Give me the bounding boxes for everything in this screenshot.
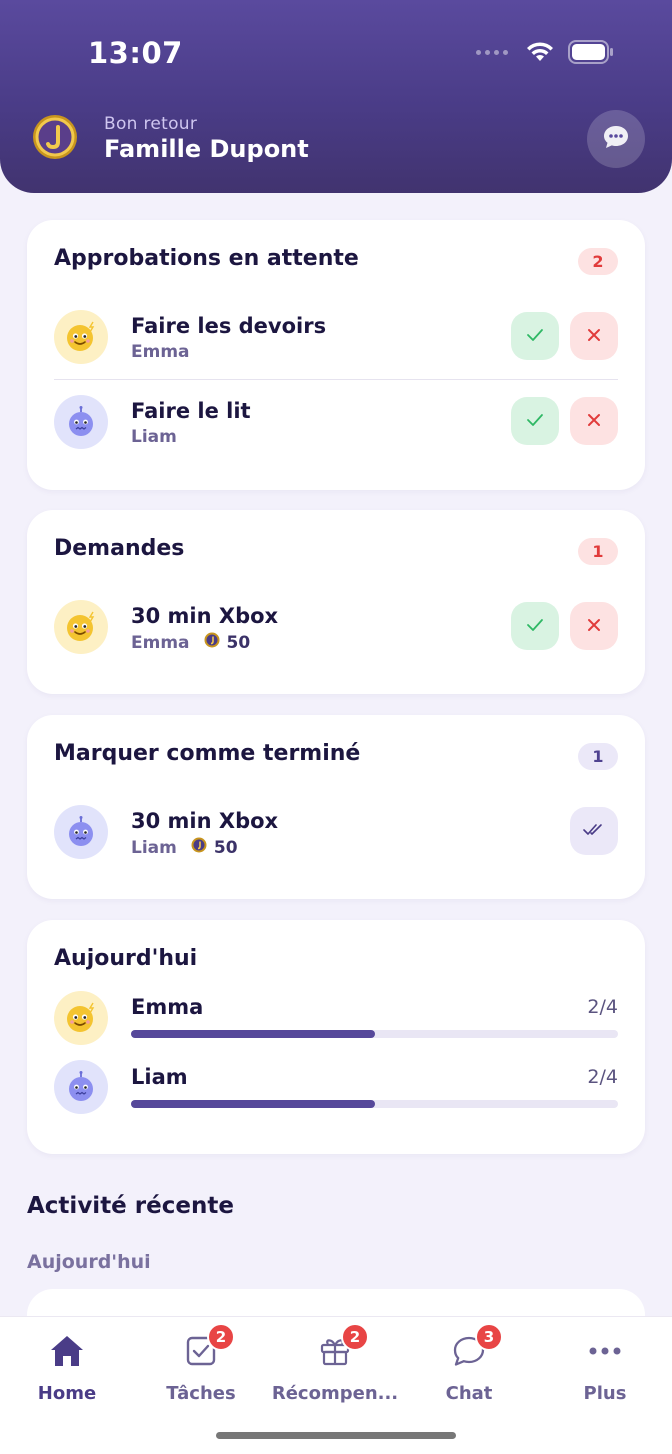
requests-card: Demandes 1 30 min Xbox Emma 50 [27,510,645,694]
chat-icon: 3 [449,1323,503,1371]
wifi-icon [526,41,554,63]
signal-icon [476,49,508,55]
battery-icon [568,40,614,64]
chat-bubble-icon [602,124,630,154]
tab-home[interactable]: Home [0,1331,134,1411]
close-icon [587,412,601,431]
points: 50 [191,837,238,858]
approve-button[interactable] [511,602,559,650]
tab-badge: 2 [207,1323,235,1351]
avatar-emma [54,310,108,364]
avatar-liam [54,1060,108,1114]
approve-button[interactable] [511,397,559,445]
child-name: Emma [131,995,204,1019]
mark-done-button[interactable] [570,807,618,855]
home-icon [47,1331,87,1371]
tab-label: Home [37,1383,97,1404]
points-value: 50 [226,632,251,653]
request-meta: Liam 50 [131,837,238,858]
avatar-liam [54,395,108,449]
points-value: 50 [213,837,238,858]
tab-badge: 2 [341,1323,369,1351]
check-icon [526,412,544,431]
count-badge: 2 [578,248,618,275]
avatar-liam [54,805,108,859]
progress-fill [131,1030,375,1038]
divider [54,379,618,380]
child-name: Emma [131,632,190,653]
reward-title: 30 min Xbox [131,604,279,628]
tab-more[interactable]: Plus [538,1331,672,1411]
tab-tasks[interactable]: 2 Tâches [134,1323,268,1411]
home-indicator [216,1432,456,1439]
card-title: Marquer comme terminé [54,741,361,766]
check-icon [526,617,544,636]
avatar-emma [54,600,108,654]
approval-row: Faire le lit Liam [27,395,645,459]
card-title: Demandes [54,536,185,561]
app-header: 13:07 Bon retour Famille Dupont [0,0,672,193]
count-badge: 1 [578,743,618,770]
progress-count: 2/4 [587,1066,618,1088]
double-check-icon [583,822,605,841]
messages-button[interactable] [587,110,645,168]
progress-bar [131,1100,618,1108]
status-time: 13:07 [88,36,183,70]
gift-icon: 2 [315,1323,369,1371]
mark-done-card: Marquer comme terminé 1 30 min Xbox Liam… [27,715,645,899]
tab-label: Plus [583,1383,627,1404]
child-name: Liam [131,837,177,858]
status-icons [476,40,614,64]
tab-label: Chat [445,1383,493,1404]
count-badge: 1 [578,538,618,565]
today-card: Aujourd'hui Emma 2/4 Liam 2/4 [27,920,645,1154]
tab-rewards[interactable]: 2 Récompen... [268,1323,402,1411]
tab-chat[interactable]: 3 Chat [402,1323,536,1411]
mark-done-row: 30 min Xbox Liam 50 [27,805,645,869]
points: 50 [204,632,251,653]
card-title: Approbations en attente [54,246,359,271]
reward-title: 30 min Xbox [131,809,279,833]
more-icon [585,1331,625,1371]
progress-fill [131,1100,375,1108]
approval-row: Faire les devoirs Emma [27,310,645,374]
close-icon [587,327,601,346]
tab-label: Récompen... [271,1383,399,1404]
reject-button[interactable] [570,312,618,360]
reject-button[interactable] [570,602,618,650]
tab-label: Tâches [166,1383,236,1404]
coin-logo-icon [32,114,78,160]
request-row: 30 min Xbox Emma 50 [27,600,645,664]
recent-activity-title: Activité récente [27,1193,234,1219]
progress-bar [131,1030,618,1038]
child-name: Liam [131,1065,188,1089]
close-icon [587,617,601,636]
approve-button[interactable] [511,312,559,360]
child-name: Emma [131,342,190,362]
coin-icon [191,837,207,858]
progress-count: 2/4 [587,996,618,1018]
tasks-icon: 2 [181,1323,235,1371]
request-meta: Emma 50 [131,632,250,653]
family-name: Famille Dupont [104,135,309,163]
greeting-text: Bon retour [104,114,198,134]
child-name: Liam [131,427,177,447]
pending-approvals-card: Approbations en attente 2 Faire les devo… [27,220,645,490]
check-icon [526,327,544,346]
card-title: Aujourd'hui [54,946,198,971]
coin-icon [204,632,220,653]
task-title: Faire le lit [131,399,251,423]
task-title: Faire les devoirs [131,314,327,338]
reject-button[interactable] [570,397,618,445]
recent-activity-group-label: Aujourd'hui [27,1251,151,1273]
tab-badge: 3 [475,1323,503,1351]
avatar-emma [54,991,108,1045]
